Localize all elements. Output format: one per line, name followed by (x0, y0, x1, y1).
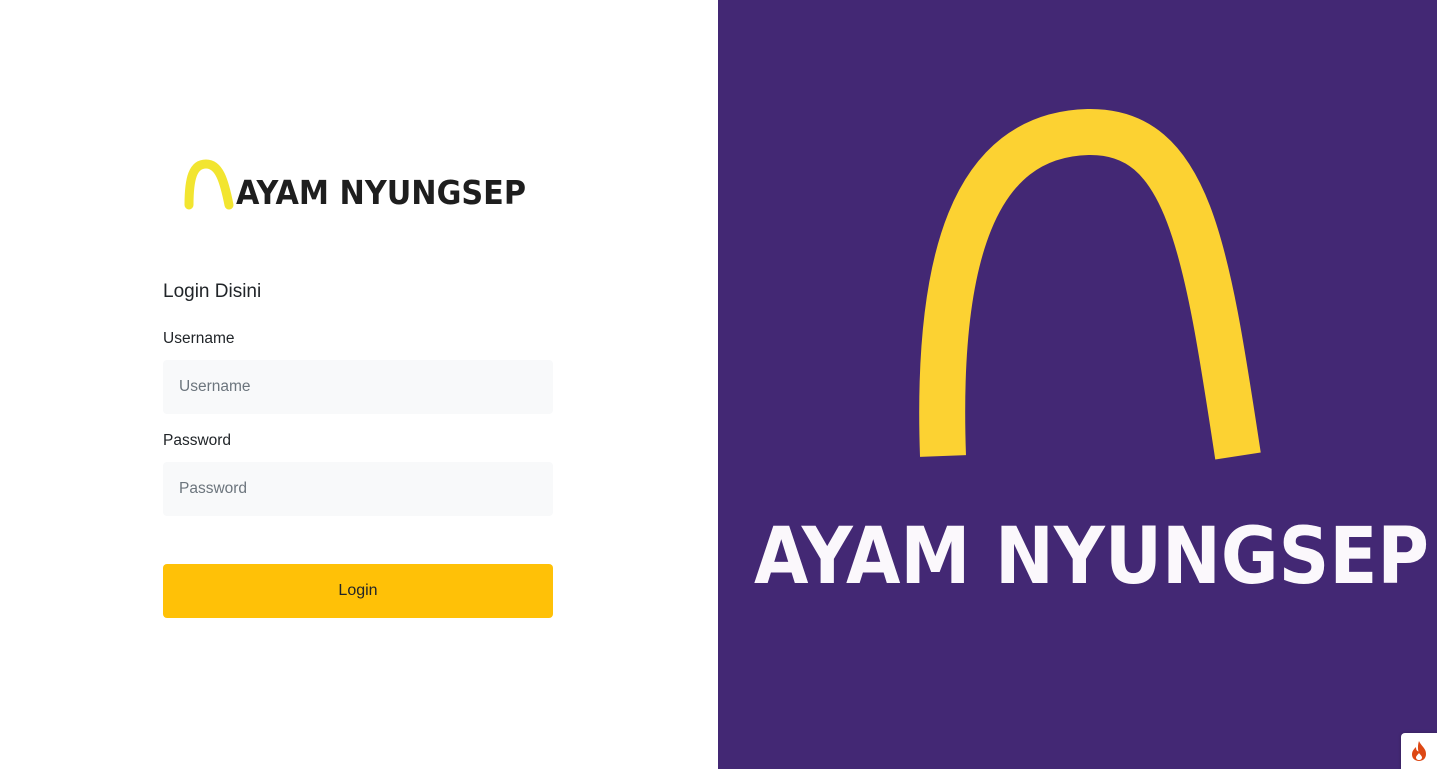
arch-logo-icon (184, 159, 234, 210)
debug-toolbar-toggle[interactable] (1401, 733, 1437, 769)
password-input[interactable] (163, 462, 553, 516)
login-form-title: Login Disini (163, 281, 262, 302)
login-page: AYAM NYUNGSEP Login Disini Username Pass… (0, 0, 1437, 769)
brand-logo-graphic: AYAM NYUNGSEP (184, 159, 526, 212)
login-button[interactable]: Login (163, 564, 553, 618)
brand-name: AYAM NYUNGSEP (236, 173, 526, 212)
flame-icon (1412, 741, 1426, 761)
username-input[interactable] (163, 360, 553, 414)
login-panel: AYAM NYUNGSEP Login Disini Username Pass… (0, 0, 718, 769)
arch-logo-icon (919, 108, 1261, 460)
username-label: Username (163, 330, 235, 347)
brand-logo: AYAM NYUNGSEP (184, 158, 532, 216)
hero-brand-name: AYAM NYUNGSEP (754, 512, 1429, 602)
hero-panel: AYAM NYUNGSEP (718, 0, 1437, 769)
password-label: Password (163, 432, 232, 449)
hero-logo: AYAM NYUNGSEP (754, 108, 1429, 602)
